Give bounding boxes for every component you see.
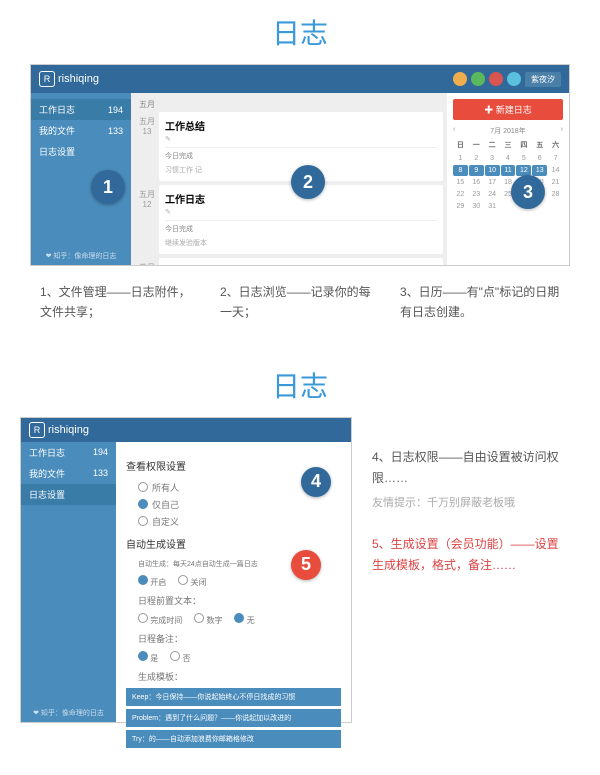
desc-1: 1、文件管理——日志附件，文件共享； xyxy=(40,282,200,323)
fmt-num[interactable]: 数字 xyxy=(194,613,222,626)
remark-label: 日程备注： xyxy=(126,630,341,647)
log-list: 五月 五月13 工作总结✎今日完成习惯工作 记 五月12 工作日志✎今日完成继续… xyxy=(131,93,447,265)
sidebar-item-files[interactable]: 我的文件133 xyxy=(31,120,131,141)
logo-icon: R xyxy=(39,71,55,87)
desc-2: 2、日志浏览——记录你的每一天； xyxy=(220,282,380,323)
sidebar-footer: ❤ 知乎：像命理的日志 xyxy=(21,708,116,718)
fmt-label: 日程前置文本： xyxy=(126,592,341,609)
sidebar-footer: ❤ 知乎：像命理的日志 xyxy=(31,251,131,261)
marker-2: 2 xyxy=(291,165,325,199)
log-entry[interactable]: 五月11 工作日志✎今日完成 xyxy=(135,258,443,265)
calendar-panel: ✚ 新建日志 ‹7月 2018年› 日一二三四五六 1234567 891011… xyxy=(447,93,569,265)
sidebar-item-log[interactable]: 工作日志194 xyxy=(31,99,131,120)
marker-3: 3 xyxy=(511,175,545,209)
sidebar-item-files[interactable]: 我的文件133 xyxy=(21,463,116,484)
marker-4: 4 xyxy=(301,467,331,497)
brand: Rrishiqing xyxy=(39,71,99,87)
remark-yes[interactable]: 是 xyxy=(138,651,158,664)
tmpl-line: Try：的——自动添加浪费你邮箱格修改 xyxy=(126,730,341,748)
sidebar-item-settings[interactable]: 日志设置 xyxy=(31,141,131,162)
calendar-header: ‹7月 2018年› xyxy=(453,124,563,138)
topbar: Rrishiqing 紫夜汐 xyxy=(31,65,569,93)
sidebar-item-settings[interactable]: 日志设置 xyxy=(21,484,116,505)
desc-4: 4、日志权限——自由设置被访问权限…… xyxy=(372,447,570,490)
topbar: Rrishiqing xyxy=(21,418,351,442)
logo-icon: R xyxy=(29,422,45,438)
log-entry[interactable]: 五月13 工作总结✎今日完成习惯工作 记 xyxy=(135,112,443,181)
tmpl-label: 生成模板： xyxy=(126,668,341,685)
desc-5: 5、生成设置（会员功能）——设置生成模板，格式，备注…… xyxy=(372,534,570,577)
nav-icon-3[interactable] xyxy=(489,72,503,86)
app-screenshot-1: Rrishiqing 紫夜汐 工作日志194 我的文件133 日志设置 ❤ 知乎… xyxy=(30,64,570,266)
auto-title: 自动生成设置 xyxy=(126,536,341,551)
log-entry[interactable]: 五月12 工作日志✎今日完成继续发验版本 xyxy=(135,185,443,254)
perm-opt-self[interactable]: 仅自己 xyxy=(126,496,341,513)
nav-icon-4[interactable] xyxy=(507,72,521,86)
user-menu[interactable]: 紫夜汐 xyxy=(525,72,561,87)
fmt-time[interactable]: 完成时间 xyxy=(138,613,182,626)
page-title-2: 日志 xyxy=(0,353,600,417)
app-screenshot-2: Rrishiqing 工作日志194 我的文件133 日志设置 ❤ 知乎：像命理… xyxy=(20,417,352,723)
desc-3: 3、日历——有"点"标记的日期有日志创建。 xyxy=(400,282,560,323)
tmpl-line: Problem：遇到了什么问题？——你说起加以改进的 xyxy=(126,709,341,727)
marker-5: 5 xyxy=(291,550,321,580)
next-month-icon[interactable]: › xyxy=(561,126,563,136)
auto-off[interactable]: 关闭 xyxy=(178,575,206,588)
desc-tip: 友情提示：千万别屏蔽老板哦 xyxy=(372,494,570,514)
settings-panel: 查看权限设置 所有人 仅自己 自定义 自动生成设置 自动生成：每天24点自动生成… xyxy=(116,442,351,722)
sidebar-item-log[interactable]: 工作日志194 xyxy=(21,442,116,463)
page-title: 日志 xyxy=(0,0,600,64)
nav-icon-2[interactable] xyxy=(471,72,485,86)
sidebar: 工作日志194 我的文件133 日志设置 ❤ 知乎：像命理的日志 xyxy=(21,442,116,722)
prev-month-icon[interactable]: ‹ xyxy=(453,126,455,136)
perm-opt-custom[interactable]: 自定义 xyxy=(126,513,341,530)
fmt-none[interactable]: 无 xyxy=(234,613,254,626)
remark-no[interactable]: 否 xyxy=(170,651,190,664)
month-header: 五月 xyxy=(135,97,443,112)
marker-1: 1 xyxy=(91,170,125,204)
nav-icon-1[interactable] xyxy=(453,72,467,86)
new-log-button[interactable]: ✚ 新建日志 xyxy=(453,99,563,120)
tmpl-line: Keep：今日保持——你说起始终心不停日找成的习惯 xyxy=(126,688,341,706)
auto-on[interactable]: 开启 xyxy=(138,575,166,588)
calendar-grid[interactable]: 日一二三四五六 1234567 891011121314 15161718192… xyxy=(453,138,563,212)
